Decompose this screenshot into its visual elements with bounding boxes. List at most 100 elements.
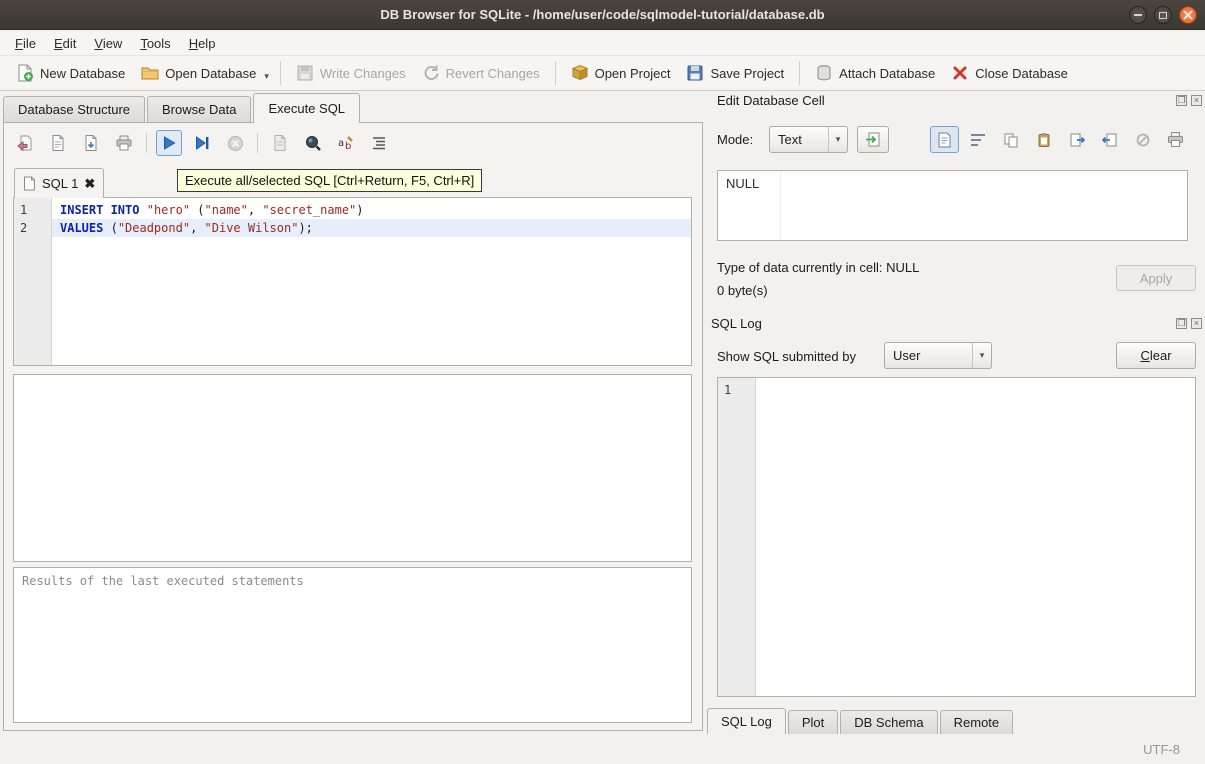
sql-log-view[interactable]: 1: [717, 377, 1196, 697]
sql-toolbar: a b: [12, 129, 392, 157]
log-filter-value: User: [885, 348, 972, 363]
menu-help[interactable]: Help: [180, 33, 225, 54]
paste-button[interactable]: [1029, 126, 1058, 153]
svg-text:a: a: [338, 138, 344, 149]
import-data-button[interactable]: [857, 126, 889, 153]
tab-db-schema[interactable]: DB Schema: [840, 710, 937, 734]
text-mode-button[interactable]: [930, 126, 959, 153]
import-cell-button[interactable]: [1095, 126, 1124, 153]
titlebar: DB Browser for SQLite - /home/user/code/…: [0, 0, 1205, 30]
revert-changes-button[interactable]: Revert Changes: [414, 59, 548, 87]
results-grid[interactable]: [13, 374, 692, 562]
write-changes-button[interactable]: Write Changes: [288, 59, 414, 87]
results-message-area[interactable]: Results of the last executed statements: [13, 567, 692, 723]
attach-database-label: Attach Database: [839, 66, 935, 81]
editor-code[interactable]: INSERT INTO "hero" ("name", "secret_name…: [52, 198, 691, 365]
close-icon: [1183, 10, 1193, 20]
print-cell-icon: [1167, 131, 1184, 148]
stop-icon: [227, 135, 244, 152]
export-results-button[interactable]: [267, 130, 293, 156]
stop-button[interactable]: [222, 130, 248, 156]
close-database-button[interactable]: Close Database: [943, 59, 1076, 87]
print-icon: [115, 134, 133, 152]
attach-database-icon: [815, 64, 833, 82]
close-panel-icon[interactable]: ×: [1191, 95, 1202, 106]
tooltip: Execute all/selected SQL [Ctrl+Return, F…: [177, 169, 482, 192]
edit-cell-dock-controls: ❐ ×: [1176, 95, 1202, 106]
cell-divider: [780, 171, 781, 240]
float-panel-icon[interactable]: ❐: [1176, 95, 1187, 106]
clear-log-button[interactable]: Clear: [1116, 342, 1196, 369]
mode-combobox[interactable]: Text ▾: [769, 126, 848, 153]
tab-remote[interactable]: Remote: [940, 710, 1014, 734]
tab-browse-data[interactable]: Browse Data: [147, 96, 251, 123]
log-content: [756, 378, 1195, 696]
open-database-icon: [141, 64, 159, 82]
tab-database-structure[interactable]: Database Structure: [3, 96, 145, 123]
open-project-label: Open Project: [595, 66, 671, 81]
save-sql-file-button[interactable]: [45, 130, 71, 156]
sql-log-title: SQL Log: [711, 316, 762, 331]
tab-execute-sql[interactable]: Execute SQL: [253, 93, 360, 123]
open-project-button[interactable]: Open Project: [563, 59, 679, 87]
write-changes-icon: [296, 64, 314, 82]
import-cell-icon: [1102, 132, 1118, 148]
print-cell-button[interactable]: [1161, 126, 1190, 153]
sql-editor[interactable]: 12 INSERT INTO "hero" ("name", "secret_n…: [13, 197, 692, 366]
main-tabbar: Database Structure Browse Data Execute S…: [3, 93, 362, 123]
cell-editor[interactable]: NULL: [717, 170, 1188, 241]
new-database-icon: [16, 64, 34, 82]
menu-view[interactable]: View: [85, 33, 131, 54]
chevron-down-icon: ▾: [972, 343, 991, 368]
sql-log-dock-controls: ❐ ×: [1176, 318, 1202, 329]
menu-edit[interactable]: Edit: [45, 33, 85, 54]
maximize-button[interactable]: [1154, 6, 1172, 24]
print-sql-button[interactable]: [111, 130, 137, 156]
format-sql-button[interactable]: [366, 130, 392, 156]
set-null-button[interactable]: [1128, 126, 1157, 153]
export-cell-button[interactable]: [1062, 126, 1091, 153]
cell-type-info: Type of data currently in cell: NULL: [717, 260, 919, 275]
execute-line-button[interactable]: [189, 130, 215, 156]
tab-sql-log[interactable]: SQL Log: [707, 708, 786, 734]
close-panel-icon[interactable]: ×: [1191, 318, 1202, 329]
save-sql-as-icon: [82, 134, 100, 152]
maximize-icon: [1159, 12, 1167, 19]
mode-value: Text: [770, 132, 828, 147]
log-gutter: 1: [718, 378, 756, 696]
log-filter-combobox[interactable]: User ▾: [884, 342, 992, 369]
word-wrap-button[interactable]: [963, 126, 992, 153]
chevron-down-icon: ▾: [828, 127, 847, 152]
tab-plot[interactable]: Plot: [788, 710, 838, 734]
menu-file[interactable]: File: [6, 33, 45, 54]
apply-button[interactable]: Apply: [1116, 265, 1196, 291]
main-toolbar: New Database Open Database ▾ Write Chang…: [0, 55, 1205, 91]
minimize-button[interactable]: [1129, 6, 1147, 24]
sql-document-tab[interactable]: SQL 1 ✖: [14, 168, 104, 198]
window-title: DB Browser for SQLite - /home/user/code/…: [0, 0, 1205, 30]
float-panel-icon[interactable]: ❐: [1176, 318, 1187, 329]
open-database-dropdown[interactable]: ▾: [264, 63, 273, 84]
close-button[interactable]: [1179, 6, 1197, 24]
close-database-icon: [951, 64, 969, 82]
new-database-button[interactable]: New Database: [8, 59, 133, 87]
menu-tools[interactable]: Tools: [131, 33, 179, 54]
copy-button[interactable]: [996, 126, 1025, 153]
save-sql-as-button[interactable]: [78, 130, 104, 156]
sql-tab-close-icon[interactable]: ✖: [84, 176, 95, 192]
open-sql-file-button[interactable]: [12, 130, 38, 156]
apply-label: Apply: [1140, 271, 1173, 286]
execute-all-button[interactable]: [156, 130, 182, 156]
toolbar-separator: [280, 61, 281, 85]
copy-icon: [1003, 132, 1019, 148]
save-project-button[interactable]: Save Project: [678, 59, 792, 87]
export-cell-icon: [1069, 132, 1085, 148]
paste-icon: [1036, 132, 1052, 148]
minimize-icon: [1134, 14, 1142, 16]
sql-tab-label: SQL 1: [42, 176, 78, 191]
open-database-button[interactable]: Open Database: [133, 59, 264, 87]
execute-all-icon: [161, 135, 177, 151]
find-replace-button[interactable]: a b: [333, 130, 359, 156]
attach-database-button[interactable]: Attach Database: [807, 59, 943, 87]
search-button[interactable]: [300, 130, 326, 156]
